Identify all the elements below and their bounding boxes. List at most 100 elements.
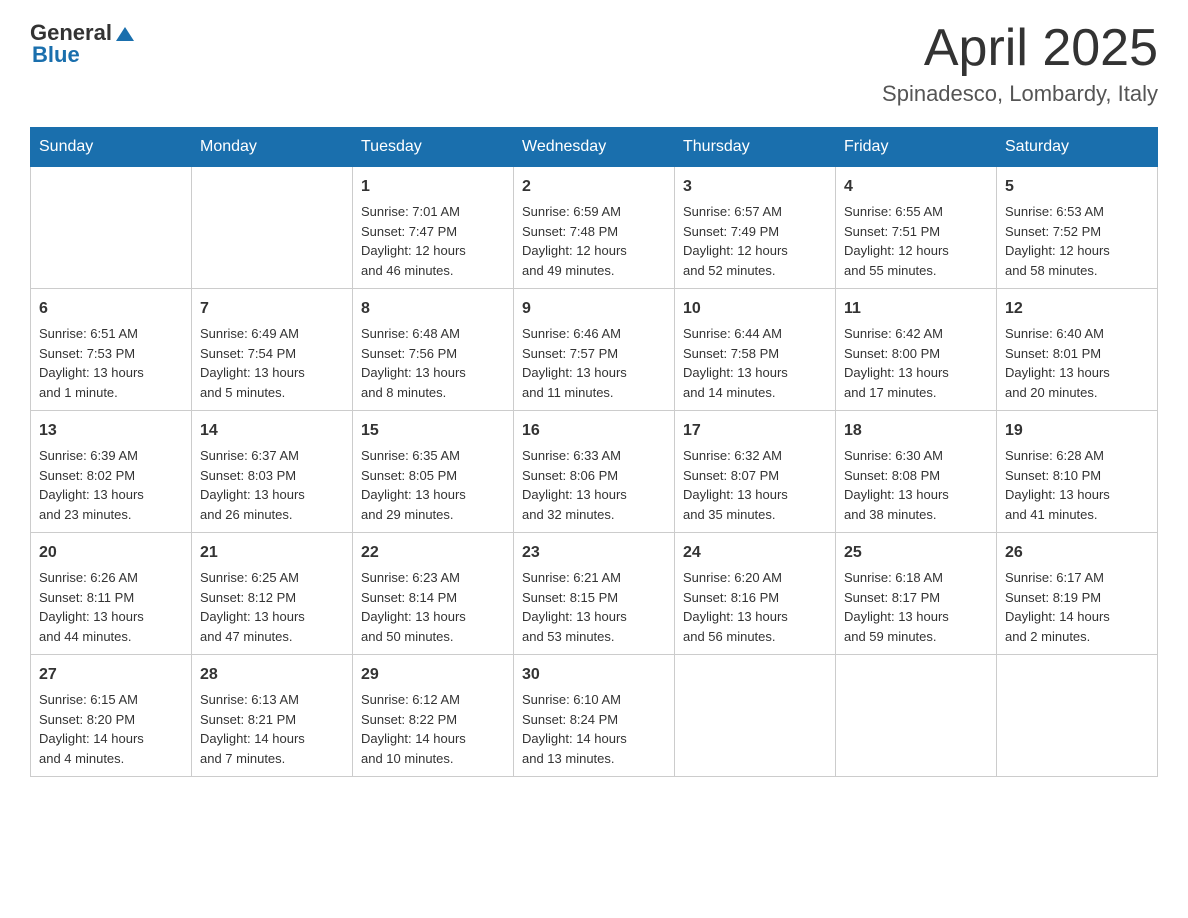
day-number: 16 [522, 419, 666, 443]
day-cell: 21 Sunrise: 6:25 AM Sunset: 8:12 PM Dayli… [192, 533, 353, 655]
page-header: General Blue April 2025 Spinadesco, Lomb… [30, 20, 1158, 107]
day-cell: 12Sunrise: 6:40 AM Sunset: 8:01 PM Dayli… [997, 289, 1158, 411]
day-cell: 7Sunrise: 6:49 AM Sunset: 7:54 PM Daylig… [192, 289, 353, 411]
day-number: 11 [844, 297, 988, 321]
day-number: 13 [39, 419, 183, 443]
day-number: 12 [1005, 297, 1149, 321]
day-info: Sunrise: 6:51 AM Sunset: 7:53 PM Dayligh… [39, 324, 183, 402]
day-number: 29 [361, 663, 505, 687]
day-cell [836, 655, 997, 777]
week-row-5: 27 Sunrise: 6:15 AM Sunset: 8:20 PM Dayli… [31, 655, 1158, 777]
header-cell-sunday: Sunday [31, 128, 192, 167]
day-number: 18 [844, 419, 988, 443]
day-number: 27 [39, 663, 183, 687]
day-cell: 26 Sunrise: 6:17 AM Sunset: 8:19 PM Dayli… [997, 533, 1158, 655]
week-row-3: 13 Sunrise: 6:39 AM Sunset: 8:02 PM Dayli… [31, 411, 1158, 533]
day-info: Sunrise: 6:32 AM Sunset: 8:07 PM Dayligh… [683, 446, 827, 524]
day-info: Sunrise: 6:33 AM Sunset: 8:06 PM Dayligh… [522, 446, 666, 524]
day-cell [675, 655, 836, 777]
day-number: 26 [1005, 541, 1149, 565]
day-info: Sunrise: 6:57 AM Sunset: 7:49 PM Dayligh… [683, 202, 827, 280]
day-info: Sunrise: 6:23 AM Sunset: 8:14 PM Dayligh… [361, 568, 505, 646]
header-cell-wednesday: Wednesday [514, 128, 675, 167]
header-row: SundayMondayTuesdayWednesdayThursdayFrid… [31, 128, 1158, 167]
day-cell: 27 Sunrise: 6:15 AM Sunset: 8:20 PM Dayli… [31, 655, 192, 777]
day-number: 15 [361, 419, 505, 443]
day-number: 22 [361, 541, 505, 565]
day-cell: 28Sunrise: 6:13 AM Sunset: 8:21 PM Dayli… [192, 655, 353, 777]
header-cell-saturday: Saturday [997, 128, 1158, 167]
day-info: Sunrise: 6:55 AM Sunset: 7:51 PM Dayligh… [844, 202, 988, 280]
day-info: Sunrise: 6:18 AM Sunset: 8:17 PM Dayligh… [844, 568, 988, 646]
day-cell: 11 Sunrise: 6:42 AM Sunset: 8:00 PM Dayli… [836, 289, 997, 411]
day-info: Sunrise: 6:28 AM Sunset: 8:10 PM Dayligh… [1005, 446, 1149, 524]
day-cell: 14 Sunrise: 6:37 AM Sunset: 8:03 PM Dayli… [192, 411, 353, 533]
day-cell: 15 Sunrise: 6:35 AM Sunset: 8:05 PM Dayli… [353, 411, 514, 533]
logo-triangle-icon [114, 23, 136, 45]
day-number: 20 [39, 541, 183, 565]
day-info: Sunrise: 6:46 AM Sunset: 7:57 PM Dayligh… [522, 324, 666, 402]
day-info: Sunrise: 6:20 AM Sunset: 8:16 PM Dayligh… [683, 568, 827, 646]
day-cell: 1 Sunrise: 7:01 AM Sunset: 7:47 PM Daylig… [353, 167, 514, 289]
day-info: Sunrise: 6:44 AM Sunset: 7:58 PM Dayligh… [683, 324, 827, 402]
week-row-1: 1 Sunrise: 7:01 AM Sunset: 7:47 PM Daylig… [31, 167, 1158, 289]
day-cell: 20 Sunrise: 6:26 AM Sunset: 8:11 PM Dayli… [31, 533, 192, 655]
week-row-2: 6Sunrise: 6:51 AM Sunset: 7:53 PM Daylig… [31, 289, 1158, 411]
day-cell: 13 Sunrise: 6:39 AM Sunset: 8:02 PM Dayli… [31, 411, 192, 533]
calendar-table: SundayMondayTuesdayWednesdayThursdayFrid… [30, 127, 1158, 777]
day-info: Sunrise: 6:37 AM Sunset: 8:03 PM Dayligh… [200, 446, 344, 524]
day-number: 24 [683, 541, 827, 565]
day-cell: 9 Sunrise: 6:46 AM Sunset: 7:57 PM Daylig… [514, 289, 675, 411]
day-number: 4 [844, 175, 988, 199]
day-number: 5 [1005, 175, 1149, 199]
day-info: Sunrise: 6:42 AM Sunset: 8:00 PM Dayligh… [844, 324, 988, 402]
week-row-4: 20 Sunrise: 6:26 AM Sunset: 8:11 PM Dayli… [31, 533, 1158, 655]
header-cell-tuesday: Tuesday [353, 128, 514, 167]
logo-blue: Blue [32, 42, 80, 68]
title-section: April 2025 Spinadesco, Lombardy, Italy [882, 20, 1158, 107]
day-info: Sunrise: 6:26 AM Sunset: 8:11 PM Dayligh… [39, 568, 183, 646]
day-number: 1 [361, 175, 505, 199]
day-info: Sunrise: 6:15 AM Sunset: 8:20 PM Dayligh… [39, 690, 183, 768]
day-info: Sunrise: 6:35 AM Sunset: 8:05 PM Dayligh… [361, 446, 505, 524]
day-number: 30 [522, 663, 666, 687]
day-number: 19 [1005, 419, 1149, 443]
day-info: Sunrise: 6:12 AM Sunset: 8:22 PM Dayligh… [361, 690, 505, 768]
day-info: Sunrise: 6:30 AM Sunset: 8:08 PM Dayligh… [844, 446, 988, 524]
day-cell: 22 Sunrise: 6:23 AM Sunset: 8:14 PM Dayli… [353, 533, 514, 655]
day-info: Sunrise: 6:17 AM Sunset: 8:19 PM Dayligh… [1005, 568, 1149, 646]
day-cell: 5Sunrise: 6:53 AM Sunset: 7:52 PM Daylig… [997, 167, 1158, 289]
day-number: 23 [522, 541, 666, 565]
day-cell: 30 Sunrise: 6:10 AM Sunset: 8:24 PM Dayli… [514, 655, 675, 777]
day-cell: 2 Sunrise: 6:59 AM Sunset: 7:48 PM Daylig… [514, 167, 675, 289]
header-cell-monday: Monday [192, 128, 353, 167]
day-number: 17 [683, 419, 827, 443]
day-cell [31, 167, 192, 289]
day-cell: 6Sunrise: 6:51 AM Sunset: 7:53 PM Daylig… [31, 289, 192, 411]
day-cell: 16 Sunrise: 6:33 AM Sunset: 8:06 PM Dayli… [514, 411, 675, 533]
day-cell: 24 Sunrise: 6:20 AM Sunset: 8:16 PM Dayli… [675, 533, 836, 655]
day-cell: 25Sunrise: 6:18 AM Sunset: 8:17 PM Dayli… [836, 533, 997, 655]
day-info: Sunrise: 7:01 AM Sunset: 7:47 PM Dayligh… [361, 202, 505, 280]
day-cell: 10Sunrise: 6:44 AM Sunset: 7:58 PM Dayli… [675, 289, 836, 411]
day-cell: 19 Sunrise: 6:28 AM Sunset: 8:10 PM Dayli… [997, 411, 1158, 533]
header-cell-friday: Friday [836, 128, 997, 167]
day-info: Sunrise: 6:10 AM Sunset: 8:24 PM Dayligh… [522, 690, 666, 768]
day-info: Sunrise: 6:49 AM Sunset: 7:54 PM Dayligh… [200, 324, 344, 402]
day-cell: 17 Sunrise: 6:32 AM Sunset: 8:07 PM Dayli… [675, 411, 836, 533]
day-cell [192, 167, 353, 289]
day-cell: 8Sunrise: 6:48 AM Sunset: 7:56 PM Daylig… [353, 289, 514, 411]
day-number: 8 [361, 297, 505, 321]
header-cell-thursday: Thursday [675, 128, 836, 167]
day-number: 2 [522, 175, 666, 199]
day-number: 21 [200, 541, 344, 565]
day-info: Sunrise: 6:59 AM Sunset: 7:48 PM Dayligh… [522, 202, 666, 280]
day-number: 14 [200, 419, 344, 443]
day-info: Sunrise: 6:25 AM Sunset: 8:12 PM Dayligh… [200, 568, 344, 646]
calendar-subtitle: Spinadesco, Lombardy, Italy [882, 81, 1158, 107]
day-cell: 18 Sunrise: 6:30 AM Sunset: 8:08 PM Dayli… [836, 411, 997, 533]
day-number: 28 [200, 663, 344, 687]
day-info: Sunrise: 6:39 AM Sunset: 8:02 PM Dayligh… [39, 446, 183, 524]
day-cell: 3Sunrise: 6:57 AM Sunset: 7:49 PM Daylig… [675, 167, 836, 289]
day-number: 9 [522, 297, 666, 321]
